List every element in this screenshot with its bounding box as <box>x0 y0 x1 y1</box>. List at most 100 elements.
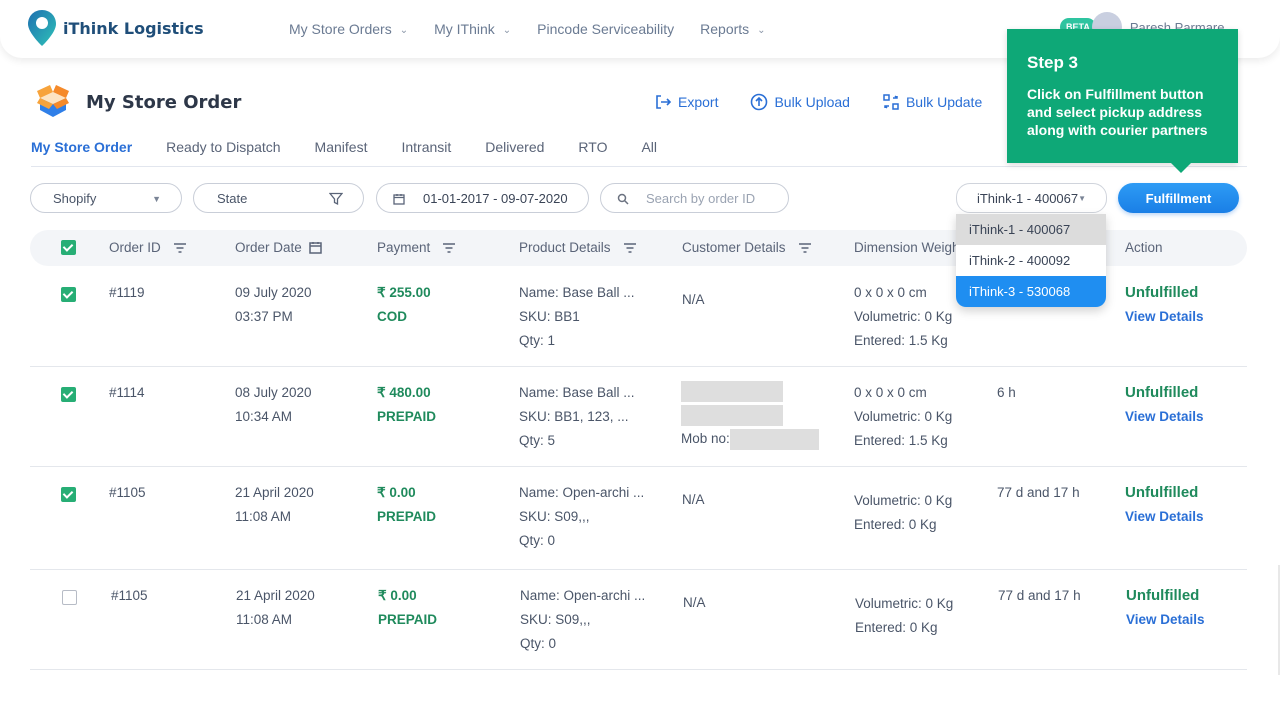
payment-mode: COD <box>377 309 407 324</box>
view-details-link[interactable]: View Details <box>1125 405 1204 429</box>
nav-label: My Store Orders <box>289 21 392 37</box>
amount: ₹ 0.00 <box>378 588 417 603</box>
time: 03:37 PM <box>235 309 293 324</box>
action-cell: Unfulfilled View Details <box>1125 281 1204 329</box>
col-dimension-weight: Dimension Weight <box>854 240 963 255</box>
nav-label: My IThink <box>434 21 495 37</box>
dimension-weight: Volumetric: 0 Kg Entered: 0 Kg <box>855 592 953 640</box>
col-label: Action <box>1125 240 1163 255</box>
payment-mode: PREPAID <box>377 409 437 424</box>
order-age: 77 d and 17 h <box>998 588 1081 603</box>
sort-filter-icon[interactable] <box>442 242 456 254</box>
tab-all[interactable]: All <box>641 139 657 165</box>
col-order-date[interactable]: Order Date <box>235 240 322 255</box>
table-row: #1105 21 April 2020 11:08 AM ₹ 0.00 PREPAI… <box>30 570 1247 670</box>
store-select[interactable]: Shopify ▼ <box>30 183 182 213</box>
payment-mode: PREPAID <box>378 612 438 627</box>
nav-my-store-orders[interactable]: My Store Orders ⌄ <box>289 21 408 37</box>
col-label: Product Details <box>519 240 611 255</box>
tab-intransit[interactable]: Intransit <box>401 139 451 165</box>
nav-reports[interactable]: Reports ⌄ <box>700 21 765 37</box>
bulk-update-label: Bulk Update <box>905 94 983 110</box>
date-range-value: 01-01-2017 - 09-07-2020 <box>423 190 568 206</box>
tab-delivered[interactable]: Delivered <box>485 139 544 165</box>
entered-weight: Entered: 0 Kg <box>855 620 938 635</box>
row-checkbox[interactable] <box>61 387 76 402</box>
mobile-label: Mob no: <box>681 431 730 446</box>
col-customer-details[interactable]: Customer Details <box>682 240 812 255</box>
page-title: My Store Order <box>86 92 242 113</box>
status-badge: Unfulfilled <box>1125 284 1199 301</box>
store-select-value: Shopify <box>53 190 97 206</box>
col-order-id[interactable]: Order ID <box>109 240 187 255</box>
bulk-upload-button[interactable]: Bulk Upload <box>750 93 850 111</box>
amount: ₹ 255.00 <box>377 285 431 300</box>
page-header: My Store Order <box>36 82 241 123</box>
pickup-option[interactable]: iThink-1 - 400067 <box>956 214 1106 245</box>
nav-pincode-serviceability[interactable]: Pincode Serviceability <box>537 21 674 37</box>
qty: Qty: 5 <box>519 433 556 448</box>
sort-filter-icon[interactable] <box>173 242 187 254</box>
bulk-update-button[interactable]: Bulk Update <box>882 93 982 111</box>
pickup-option[interactable]: iThink-2 - 400092 <box>956 245 1106 276</box>
tab-ready-to-dispatch[interactable]: Ready to Dispatch <box>166 139 280 165</box>
status-badge: Unfulfilled <box>1125 384 1199 401</box>
customer-details: N/A <box>682 292 705 307</box>
table-row: #1114 08 July 2020 10:34 AM ₹ 480.00 PREPA… <box>30 367 1247 467</box>
dimension-weight: Volumetric: 0 Kg Entered: 0 Kg <box>854 489 952 537</box>
calendar-icon[interactable] <box>309 241 322 254</box>
redacted-mobile <box>729 428 819 450</box>
product-name: Name: Open-archi ... <box>519 485 645 500</box>
view-details-link[interactable]: View Details <box>1126 608 1205 632</box>
col-payment[interactable]: Payment <box>377 240 456 255</box>
row-checkbox[interactable] <box>61 287 76 302</box>
row-checkbox[interactable] <box>61 487 76 502</box>
order-date: 21 April 2020 11:08 AM <box>235 481 314 529</box>
order-id[interactable]: #1105 <box>111 584 148 608</box>
dimension-weight: 0 x 0 x 0 cm Volumetric: 0 Kg Entered: 1.5… <box>854 281 952 353</box>
fulfillment-button[interactable]: Fulfillment <box>1118 183 1239 213</box>
pickup-address-select[interactable]: iThink-1 - 400067 ▼ <box>956 183 1107 213</box>
order-search-input[interactable]: Search by order ID <box>600 183 789 213</box>
sort-filter-icon[interactable] <box>798 242 812 254</box>
order-id[interactable]: #1105 <box>109 481 146 505</box>
bulk-upload-label: Bulk Upload <box>774 94 850 110</box>
bulk-update-icon <box>883 94 899 110</box>
redacted-customer-name <box>681 380 783 402</box>
payment: ₹ 255.00 COD <box>377 281 431 329</box>
tab-rto[interactable]: RTO <box>578 139 607 165</box>
date: 08 July 2020 <box>235 385 312 400</box>
state-filter[interactable]: State <box>193 183 364 213</box>
pickup-select-value: iThink-1 - 400067 <box>976 190 1079 206</box>
action-cell: Unfulfilled View Details <box>1126 584 1205 632</box>
payment: ₹ 0.00 PREPAID <box>377 481 436 529</box>
search-icon <box>617 193 629 205</box>
col-label: Payment <box>377 240 431 255</box>
payment: ₹ 480.00 PREPAID <box>377 381 436 429</box>
col-label: Order Date <box>235 240 302 255</box>
col-product-details[interactable]: Product Details <box>519 240 637 255</box>
sort-filter-icon[interactable] <box>623 242 637 254</box>
export-button[interactable]: Export <box>654 93 718 111</box>
view-details-link[interactable]: View Details <box>1125 505 1204 529</box>
customer-details: N/A <box>683 595 706 610</box>
nav-my-ithink[interactable]: My IThink ⌄ <box>434 21 511 37</box>
row-checkbox[interactable] <box>62 590 77 605</box>
chevron-down-icon: ⌄ <box>399 24 409 36</box>
time: 10:34 AM <box>235 409 293 424</box>
qty: Qty: 0 <box>520 636 557 651</box>
view-details-link[interactable]: View Details <box>1125 305 1204 329</box>
pickup-option[interactable]: iThink-3 - 530068 <box>956 276 1106 307</box>
tab-my-store-order[interactable]: My Store Order <box>31 139 133 165</box>
calendar-icon <box>393 194 405 205</box>
order-id[interactable]: #1114 <box>109 381 145 405</box>
brand-logo[interactable]: iThink Logistics <box>26 8 204 48</box>
dimensions: 0 x 0 x 0 cm <box>854 285 927 300</box>
tab-manifest[interactable]: Manifest <box>315 139 368 165</box>
onboarding-tooltip: Step 3 Click on Fulfillment button and s… <box>1007 29 1238 173</box>
chevron-down-icon: ⌄ <box>757 24 766 36</box>
order-id[interactable]: #1119 <box>109 281 145 305</box>
product-details: Name: Base Ball ... SKU: BB1, 123, ... Qty… <box>519 381 635 453</box>
date-range-picker[interactable]: 01-01-2017 - 09-07-2020 <box>376 183 589 213</box>
select-all-checkbox[interactable] <box>61 240 76 255</box>
